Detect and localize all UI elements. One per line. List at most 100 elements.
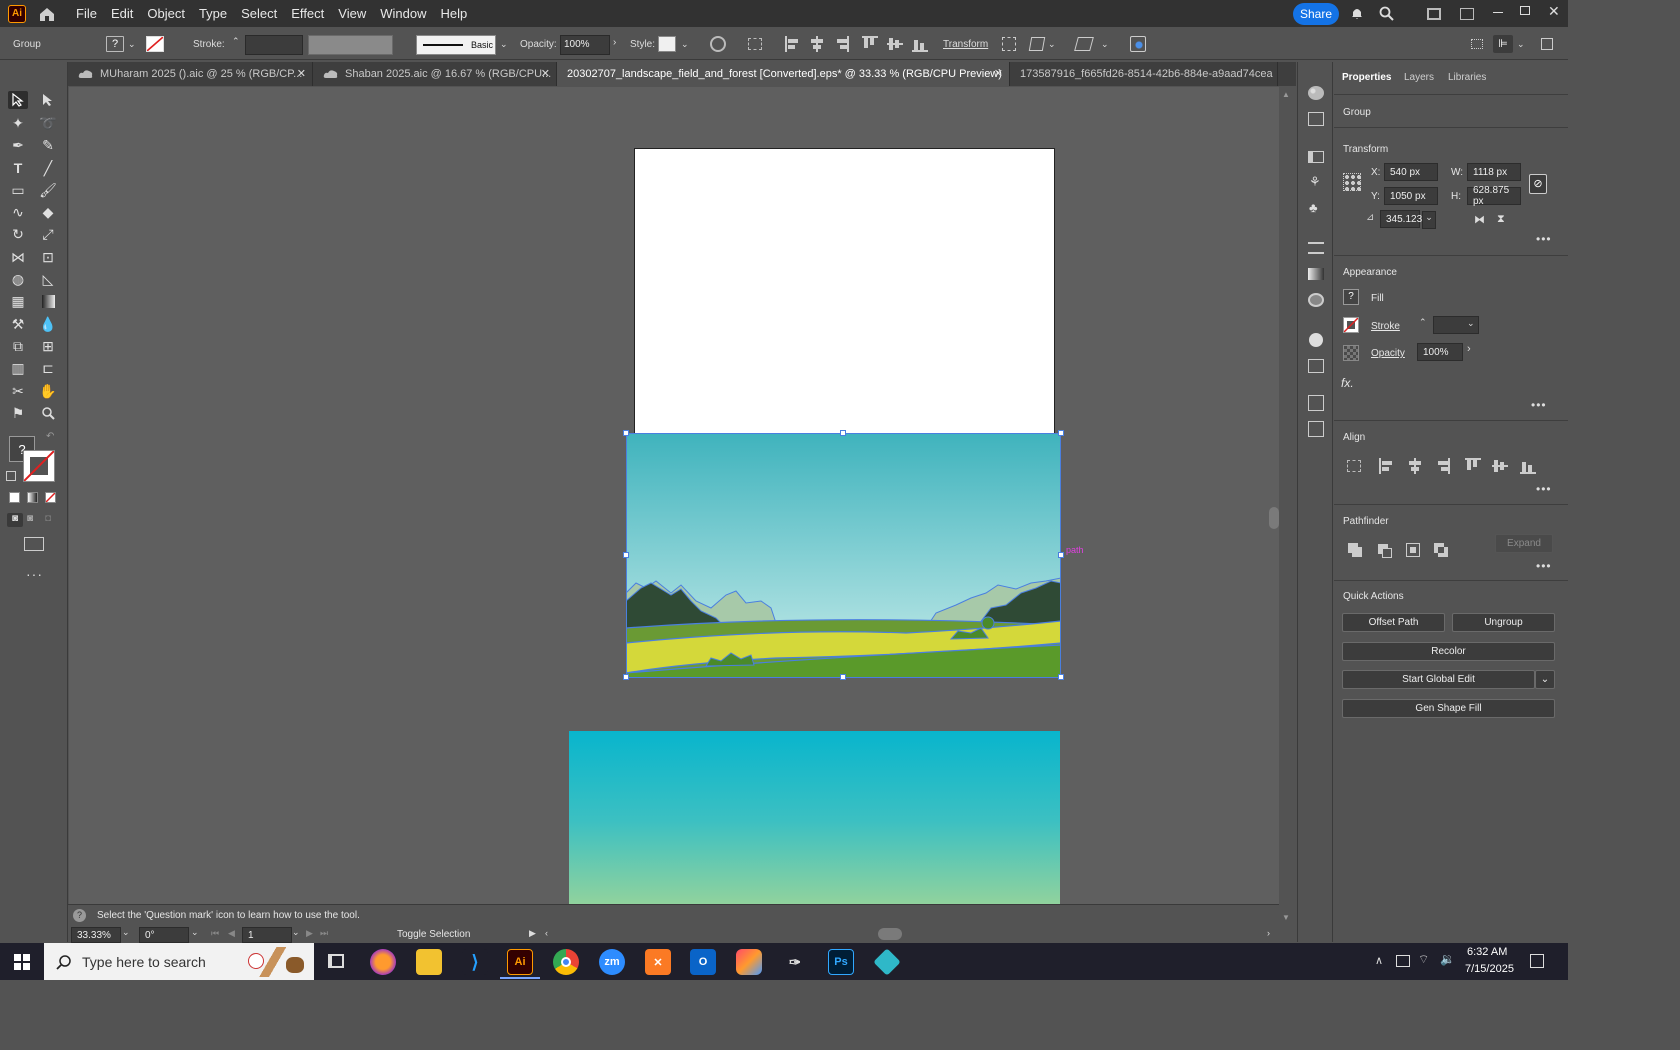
taskbar-search-box[interactable]: Type here to search	[44, 943, 314, 980]
draw-behind-icon[interactable]: ◙	[27, 513, 41, 527]
variable-width-profile[interactable]	[308, 35, 393, 55]
tab-shaban[interactable]: Shaban 2025.aic @ 16.67 % (RGB/CPU... ✕	[313, 62, 557, 86]
scroll-left-icon[interactable]: ‹	[545, 928, 548, 938]
more-options-icon[interactable]: •••	[1536, 232, 1552, 246]
recolor-button[interactable]: Recolor	[1342, 642, 1555, 661]
recolor-artwork-icon[interactable]	[710, 36, 726, 52]
selection-tool-icon[interactable]	[8, 91, 28, 109]
lasso-icon[interactable]: ➰	[38, 114, 58, 132]
align-hcenter-icon[interactable]	[810, 36, 824, 52]
next-artboard-icon[interactable]: ▶	[306, 928, 313, 939]
brushes-icon[interactable]: ⚘	[1309, 174, 1321, 190]
tab-properties[interactable]: Properties	[1342, 72, 1391, 83]
chevron-down-icon[interactable]: ⌄	[1535, 670, 1555, 689]
zoom-tool-icon[interactable]	[38, 404, 58, 422]
menu-select[interactable]: Select	[241, 6, 277, 21]
arrange-panel-icon[interactable]	[1471, 39, 1483, 49]
swap-fill-stroke-icon[interactable]: ↶	[46, 431, 54, 442]
draw-normal-icon[interactable]: ◙	[7, 513, 23, 527]
fill-swatch-icon[interactable]: ?	[106, 36, 124, 52]
scroll-right-icon[interactable]: ›	[1267, 928, 1270, 938]
align-left-icon[interactable]	[785, 36, 799, 52]
type-tool-icon[interactable]: T	[8, 159, 28, 177]
align-left-icon[interactable]	[1379, 458, 1393, 474]
zoom-field[interactable]: 33.33%	[71, 927, 121, 943]
share-button[interactable]: Share	[1293, 3, 1339, 25]
scroll-up-icon[interactable]: ▲	[1282, 90, 1290, 99]
cube-app-icon[interactable]	[873, 948, 901, 976]
align-vcenter-icon[interactable]	[887, 36, 903, 52]
fill-swatch-icon[interactable]: ?	[1343, 289, 1359, 305]
help-question-icon[interactable]: ?	[73, 909, 86, 922]
align-bottom-icon[interactable]	[1520, 458, 1536, 474]
selection-handle[interactable]	[623, 674, 629, 680]
workspace-switcher-icon[interactable]	[1427, 8, 1441, 20]
reference-point-icon[interactable]	[1343, 173, 1361, 191]
color-mode-icon[interactable]	[9, 492, 20, 503]
stroke-swatch-icon[interactable]	[146, 36, 164, 52]
fx-button[interactable]: fx.	[1341, 376, 1354, 390]
height-field[interactable]: 628.875 px	[1467, 185, 1521, 207]
align-to-icon[interactable]	[748, 38, 762, 50]
draw-inside-icon[interactable]: ◘	[45, 513, 59, 527]
stroke-weight-field[interactable]	[245, 35, 303, 55]
selection-handle[interactable]	[1058, 552, 1064, 558]
windows-start-icon[interactable]	[14, 954, 30, 970]
close-window-icon[interactable]: ✕	[1548, 3, 1560, 20]
none-mode-icon[interactable]	[45, 492, 56, 503]
start-global-edit-button[interactable]: Start Global Edit	[1342, 670, 1535, 689]
arrange-documents-icon[interactable]	[1460, 8, 1474, 20]
curvature-tool-icon[interactable]: ✎	[38, 136, 58, 154]
chevron-down-icon[interactable]: ⌄	[1467, 318, 1475, 329]
align-vcenter-icon[interactable]	[1492, 458, 1508, 474]
tab-muharam[interactable]: MUharam 2025 ().aic @ 25 % (RGB/CP... ✕	[68, 62, 313, 86]
selection-handle[interactable]	[840, 674, 846, 680]
rotate-field[interactable]: 345.123	[1380, 210, 1422, 228]
perspective-grid-icon[interactable]: ◺	[38, 270, 58, 288]
opacity-field[interactable]: 100%	[560, 35, 610, 55]
vscode-icon[interactable]: ⟩	[462, 949, 488, 975]
chevron-down-icon[interactable]: ⌄	[292, 927, 300, 938]
selection-handle[interactable]	[1058, 430, 1064, 436]
scale-tool-icon[interactable]: ⤢	[38, 225, 58, 243]
chevron-down-icon[interactable]: ⌄	[191, 927, 199, 938]
notification-icon[interactable]	[1530, 954, 1544, 968]
column-graph-icon[interactable]: ▥	[8, 359, 28, 377]
width-field[interactable]: 1118 px	[1467, 163, 1521, 181]
swatches-icon[interactable]	[1308, 151, 1324, 163]
home-icon[interactable]	[38, 6, 56, 22]
stroke-link[interactable]: Stroke	[1371, 321, 1400, 332]
bell-icon[interactable]	[1350, 6, 1364, 20]
opacity-link[interactable]: Opacity	[1371, 348, 1405, 359]
outlook-icon[interactable]: O	[690, 949, 716, 975]
puppet-warp-icon[interactable]	[1028, 37, 1046, 51]
screen-mode-icon[interactable]	[24, 537, 44, 551]
menu-help[interactable]: Help	[440, 6, 467, 21]
show-hidden-icons-icon[interactable]: ∧	[1375, 954, 1383, 967]
more-tools-icon[interactable]: ···	[26, 566, 43, 582]
blend-tool-icon[interactable]: ⚒	[8, 315, 28, 333]
chevron-down-icon[interactable]: ⌄	[1101, 39, 1109, 50]
brush-definition[interactable]: Basic	[416, 35, 496, 55]
creative-cloud-icon[interactable]	[736, 949, 762, 975]
gradient-mode-icon[interactable]	[27, 492, 38, 503]
wifi-icon[interactable]: ⌔	[1418, 952, 1429, 967]
last-artboard-icon[interactable]: ⏭	[320, 928, 328, 939]
offset-path-button[interactable]: Offset Path	[1342, 613, 1445, 632]
isolate-group-icon[interactable]	[1074, 37, 1094, 51]
artboard-canvas[interactable]: path	[69, 87, 1279, 904]
menu-effect[interactable]: Effect	[291, 6, 324, 21]
stroke-swatch-icon[interactable]	[1343, 317, 1359, 333]
symbol-sprayer-icon[interactable]: ⧉	[8, 337, 28, 355]
menu-object[interactable]: Object	[147, 6, 185, 21]
illustrator-taskbar-icon[interactable]: Ai	[507, 949, 533, 975]
exclude-icon[interactable]	[1434, 543, 1448, 557]
menu-view[interactable]: View	[338, 6, 366, 21]
eyedropper-icon[interactable]: 💧	[38, 315, 58, 333]
chevron-down-icon[interactable]: ⌄	[122, 927, 130, 938]
chevron-right-icon[interactable]: ›	[613, 37, 616, 48]
intersect-icon[interactable]	[1406, 543, 1420, 557]
direct-selection-tool-icon[interactable]	[38, 91, 58, 109]
minus-front-icon[interactable]	[1377, 543, 1392, 558]
rotation-field[interactable]: 0°	[139, 927, 189, 943]
